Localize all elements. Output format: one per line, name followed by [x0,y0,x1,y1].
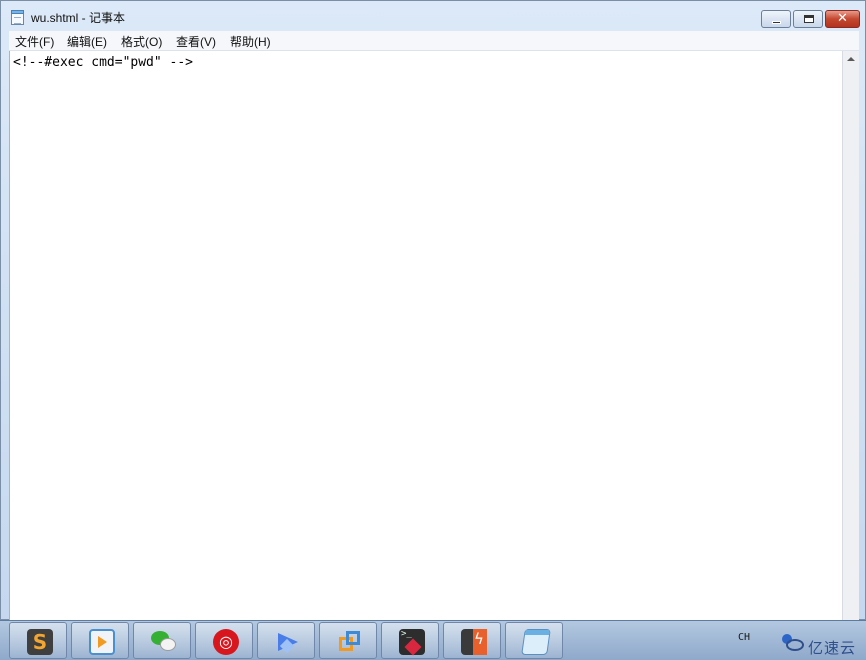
notepad-icon [521,629,551,655]
vmware-icon [337,629,363,655]
menu-edit[interactable]: 编辑(E) [67,33,107,50]
taskbar: S ◎ CH 亿速云 [0,620,866,660]
sublime-text-icon: S [27,629,53,655]
maximize-icon [804,15,814,23]
close-icon: ✕ [837,11,848,26]
text-editor[interactable]: <!--#exec cmd="pwd" --> [9,51,842,621]
taskbar-app-terminal[interactable] [381,622,439,659]
title-bar[interactable]: wu.shtml - 记事本 ✕ [1,1,865,31]
minimize-button[interactable] [761,10,791,28]
menu-bar: 文件(F) 编辑(E) 格式(O) 查看(V) 帮助(H) [9,31,859,51]
taskbar-app-notepad[interactable] [505,622,563,659]
wechat-icon [151,629,177,655]
media-player-icon [89,629,115,655]
terminal-icon [399,629,425,655]
feige-bird-icon [275,629,301,655]
menu-format[interactable]: 格式(O) [121,33,162,50]
editor-content[interactable]: <!--#exec cmd="pwd" --> [13,55,193,70]
notepad-app-icon[interactable] [11,10,24,25]
window-title: wu.shtml - 记事本 [31,11,126,25]
netease-music-icon: ◎ [213,629,239,655]
watermark-logo-icon [786,639,804,651]
scroll-up-icon[interactable] [847,57,855,61]
language-indicator[interactable]: CH [738,632,750,643]
menu-view[interactable]: 查看(V) [176,33,216,50]
taskbar-app-wechat[interactable] [133,622,191,659]
taskbar-app-burp[interactable] [443,622,501,659]
taskbar-app-feige[interactable] [257,622,315,659]
menu-help[interactable]: 帮助(H) [230,33,271,50]
menu-file[interactable]: 文件(F) [15,33,54,50]
close-button[interactable]: ✕ [825,10,860,28]
taskbar-app-media-player[interactable] [71,622,129,659]
maximize-button[interactable] [793,10,823,28]
vertical-scrollbar[interactable] [842,51,859,621]
taskbar-app-sublime[interactable]: S [9,622,67,659]
minimize-icon [772,21,781,24]
taskbar-app-vmware[interactable] [319,622,377,659]
burp-suite-icon [461,629,487,655]
notepad-window: wu.shtml - 记事本 ✕ 文件(F) 编辑(E) 格式(O) 查看(V)… [0,0,866,621]
taskbar-app-netease-music[interactable]: ◎ [195,622,253,659]
watermark-text: 亿速云 [808,639,857,657]
